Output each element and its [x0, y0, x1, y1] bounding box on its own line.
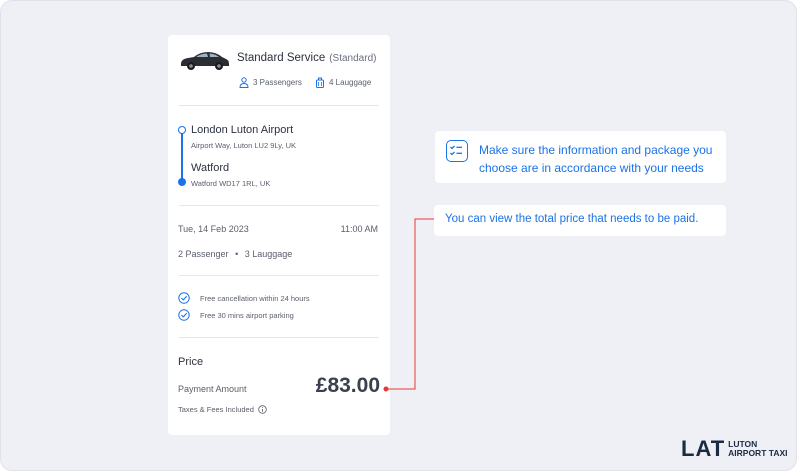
payment-amount-value: £83.00: [315, 374, 380, 397]
brand-logo: LAT LUTON AIRPORT TAXI: [681, 436, 787, 462]
dropoff-marker-icon: [178, 178, 186, 186]
price-callout-text: You can view the total price that needs …: [445, 213, 699, 225]
booking-summary-card: Standard Service (Standard) 3 Passengers …: [168, 35, 390, 435]
check-circle-icon: [178, 309, 190, 321]
info-icon[interactable]: [258, 405, 267, 414]
service-class: (Standard): [329, 53, 377, 64]
booking-party: 2 Passenger • 3 Lauggage: [178, 249, 292, 259]
price-callout: You can view the total price that needs …: [434, 205, 726, 236]
service-name: Standard Service (Standard): [237, 52, 376, 64]
pickup-time: 11:00 AM: [340, 224, 378, 234]
divider: [179, 105, 379, 106]
payment-amount-label: Payment Amount: [178, 384, 247, 394]
brand-line2: AIRPORT TAXI: [728, 448, 788, 458]
dropoff-address: Watford WD17 1RL, UK: [191, 179, 271, 188]
passenger-count: 3 Passengers: [239, 77, 302, 88]
route-line: [181, 130, 183, 182]
pickup-date: Tue, 14 Feb 2023: [178, 224, 249, 234]
feature-free-parking: Free 30 mins airport parking: [200, 311, 294, 320]
pickup-marker-icon: [178, 126, 186, 134]
service-name-text: Standard Service: [237, 52, 326, 64]
brand-logo-text: LUTON AIRPORT TAXI: [728, 440, 787, 458]
luggage-count-text: 4 Lauggage: [329, 78, 372, 87]
price-title: Price: [178, 356, 204, 368]
pickup-location: London Luton Airport: [191, 124, 294, 136]
info-callout-text: Make sure the information and package yo…: [479, 143, 713, 175]
luggage-count: 4 Lauggage: [315, 77, 371, 88]
feature-free-cancellation: Free cancellation within 24 hours: [200, 294, 310, 303]
check-circle-icon: [178, 292, 190, 304]
brand-logo-mark: LAT: [681, 436, 726, 461]
divider: [179, 205, 379, 206]
divider: [179, 337, 379, 338]
luggage-icon: [316, 77, 324, 88]
party-luggage: 3 Lauggage: [244, 249, 293, 259]
checklist-icon: [446, 140, 468, 162]
tax-note-text: Taxes & Fees Included: [178, 405, 254, 414]
tax-note: Taxes & Fees Included: [178, 405, 267, 414]
pickup-address: Airport Way, Luton LU2 9Ly, UK: [191, 141, 297, 150]
passenger-count-text: 3 Passengers: [253, 78, 302, 87]
dropoff-location: Watford: [191, 162, 230, 174]
info-callout: Make sure the information and package yo…: [435, 131, 726, 183]
person-icon: [239, 77, 249, 88]
party-passengers: 2 Passenger: [178, 249, 229, 259]
car-icon: [181, 52, 229, 70]
party-separator: •: [235, 249, 239, 259]
divider: [179, 275, 379, 276]
